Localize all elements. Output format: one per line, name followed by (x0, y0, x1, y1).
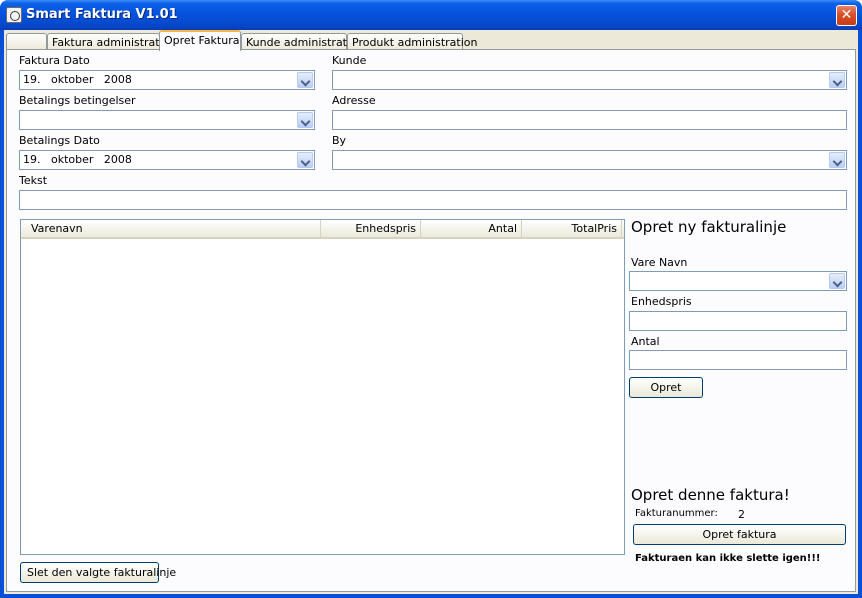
column-header-varenavn[interactable]: Varenavn (21, 220, 321, 239)
new-line-heading: Opret ny fakturalinje (631, 218, 787, 236)
app-icon (6, 7, 22, 23)
opret-faktura-button[interactable]: Opret faktura (633, 524, 846, 545)
window-title: Smart Faktura V1.01 (26, 7, 178, 22)
vare-navn-label: Vare Navn (631, 256, 688, 269)
by-label: By (332, 134, 347, 147)
antal-input[interactable] (629, 350, 847, 370)
kunde-label: Kunde (332, 54, 367, 67)
betalings-dato-value: 19. oktober 2008 (23, 153, 132, 166)
chevron-down-icon[interactable] (829, 273, 845, 289)
betalings-dato-picker[interactable]: 19. oktober 2008 (19, 150, 315, 170)
tab-kunde-administration[interactable]: Kunde administration (241, 33, 364, 50)
faktura-dato-picker[interactable]: 19. oktober 2008 (19, 70, 315, 90)
app-window: Smart Faktura V1.01 ✕ Faktura administra… (0, 0, 862, 598)
tab-faktura-administration[interactable]: Faktura administration (47, 33, 176, 50)
tekst-label: Tekst (19, 174, 48, 187)
by-combo[interactable] (332, 150, 847, 170)
title-bar[interactable]: Smart Faktura V1.01 ✕ (0, 0, 862, 30)
column-header-antal[interactable]: Antal (421, 220, 522, 239)
adresse-label: Adresse (332, 94, 376, 107)
table-header: Varenavn Enhedspris Antal TotalPris (21, 220, 624, 239)
warning-text: Fakturaen kan ikke slette igen!!! (635, 553, 821, 564)
tab-blank[interactable] (6, 33, 47, 50)
enhedspris-input[interactable] (629, 311, 847, 331)
tekst-input[interactable] (19, 190, 847, 210)
kunde-combo[interactable] (332, 70, 847, 90)
chevron-down-icon[interactable] (829, 72, 845, 88)
create-invoice-heading: Opret denne faktura! (631, 486, 790, 504)
client-area: Faktura administration Opret Faktura Kun… (4, 30, 858, 594)
antal-label: Antal (631, 335, 660, 348)
invoice-lines-table[interactable]: Varenavn Enhedspris Antal TotalPris (20, 219, 625, 555)
chevron-down-icon[interactable] (297, 152, 313, 168)
betalings-betingelser-label: Betalings betingelser (19, 94, 136, 107)
column-header-totalpris[interactable]: TotalPris (522, 220, 622, 239)
opret-line-button[interactable]: Opret (629, 377, 703, 398)
chevron-down-icon[interactable] (829, 152, 845, 168)
fakturanummer-value: 2 (738, 508, 745, 521)
faktura-dato-value: 19. oktober 2008 (23, 73, 132, 86)
betalings-dato-label: Betalings Dato (19, 134, 100, 147)
tab-produkt-administration[interactable]: Produkt administration (347, 33, 478, 50)
chevron-down-icon[interactable] (297, 112, 313, 128)
delete-line-button[interactable]: Slet den valgte fakturalinje (20, 562, 176, 583)
fakturanummer-label: Fakturanummer: (635, 508, 718, 519)
faktura-dato-label: Faktura Dato (19, 54, 90, 67)
tab-opret-faktura[interactable]: Opret Faktura (159, 30, 241, 51)
enhedspris-label: Enhedspris (631, 295, 692, 308)
column-header-enhedspris[interactable]: Enhedspris (321, 220, 421, 239)
tab-strip: Faktura administration Opret Faktura Kun… (4, 30, 858, 51)
chevron-down-icon[interactable] (297, 72, 313, 88)
opret-faktura-page: Faktura Dato 19. oktober 2008 Betalings … (6, 49, 856, 592)
vare-navn-combo[interactable] (629, 271, 847, 291)
betalings-betingelser-combo[interactable] (19, 110, 315, 130)
close-button[interactable]: ✕ (836, 5, 857, 26)
adresse-input[interactable] (332, 110, 847, 130)
